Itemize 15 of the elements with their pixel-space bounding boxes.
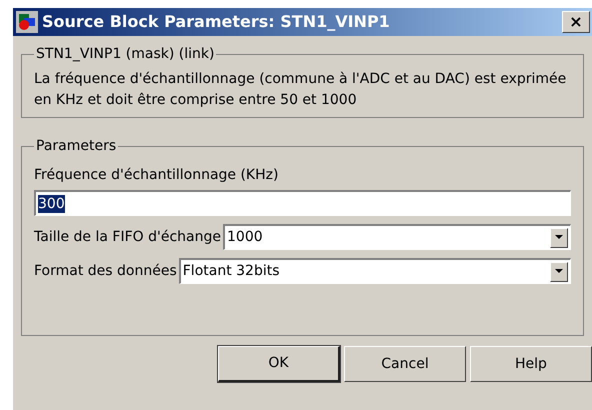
- dropdown[interactable]: 1000: [223, 224, 571, 250]
- field-label: Taille de la FIFO d'échange: [34, 228, 221, 246]
- field-label: Fréquence d'échantillonnage (KHz): [34, 166, 280, 185]
- dropdown[interactable]: Flotant 32bits: [178, 258, 571, 284]
- dialog-button[interactable]: Cancel: [344, 346, 466, 382]
- dialog-button[interactable]: OK: [218, 346, 340, 382]
- description-text: La fréquence d'échantillonnage (commune à l'ADC et au DAC) est exprimée en KHz et doit être comprise entre 50 et 1000: [34, 70, 568, 110]
- group-title: STN1_VINP1 (mask) (link): [35, 45, 216, 64]
- app-icon: [16, 11, 38, 33]
- input-field[interactable]: 300: [34, 190, 571, 216]
- group-title: Parameters: [35, 137, 118, 156]
- close-button[interactable]: ×: [562, 11, 590, 33]
- dialog-button[interactable]: Help: [470, 346, 592, 382]
- field-label: Format des données: [34, 262, 177, 280]
- window-title: Source Block Parameters: STN1_VINP1: [42, 11, 391, 33]
